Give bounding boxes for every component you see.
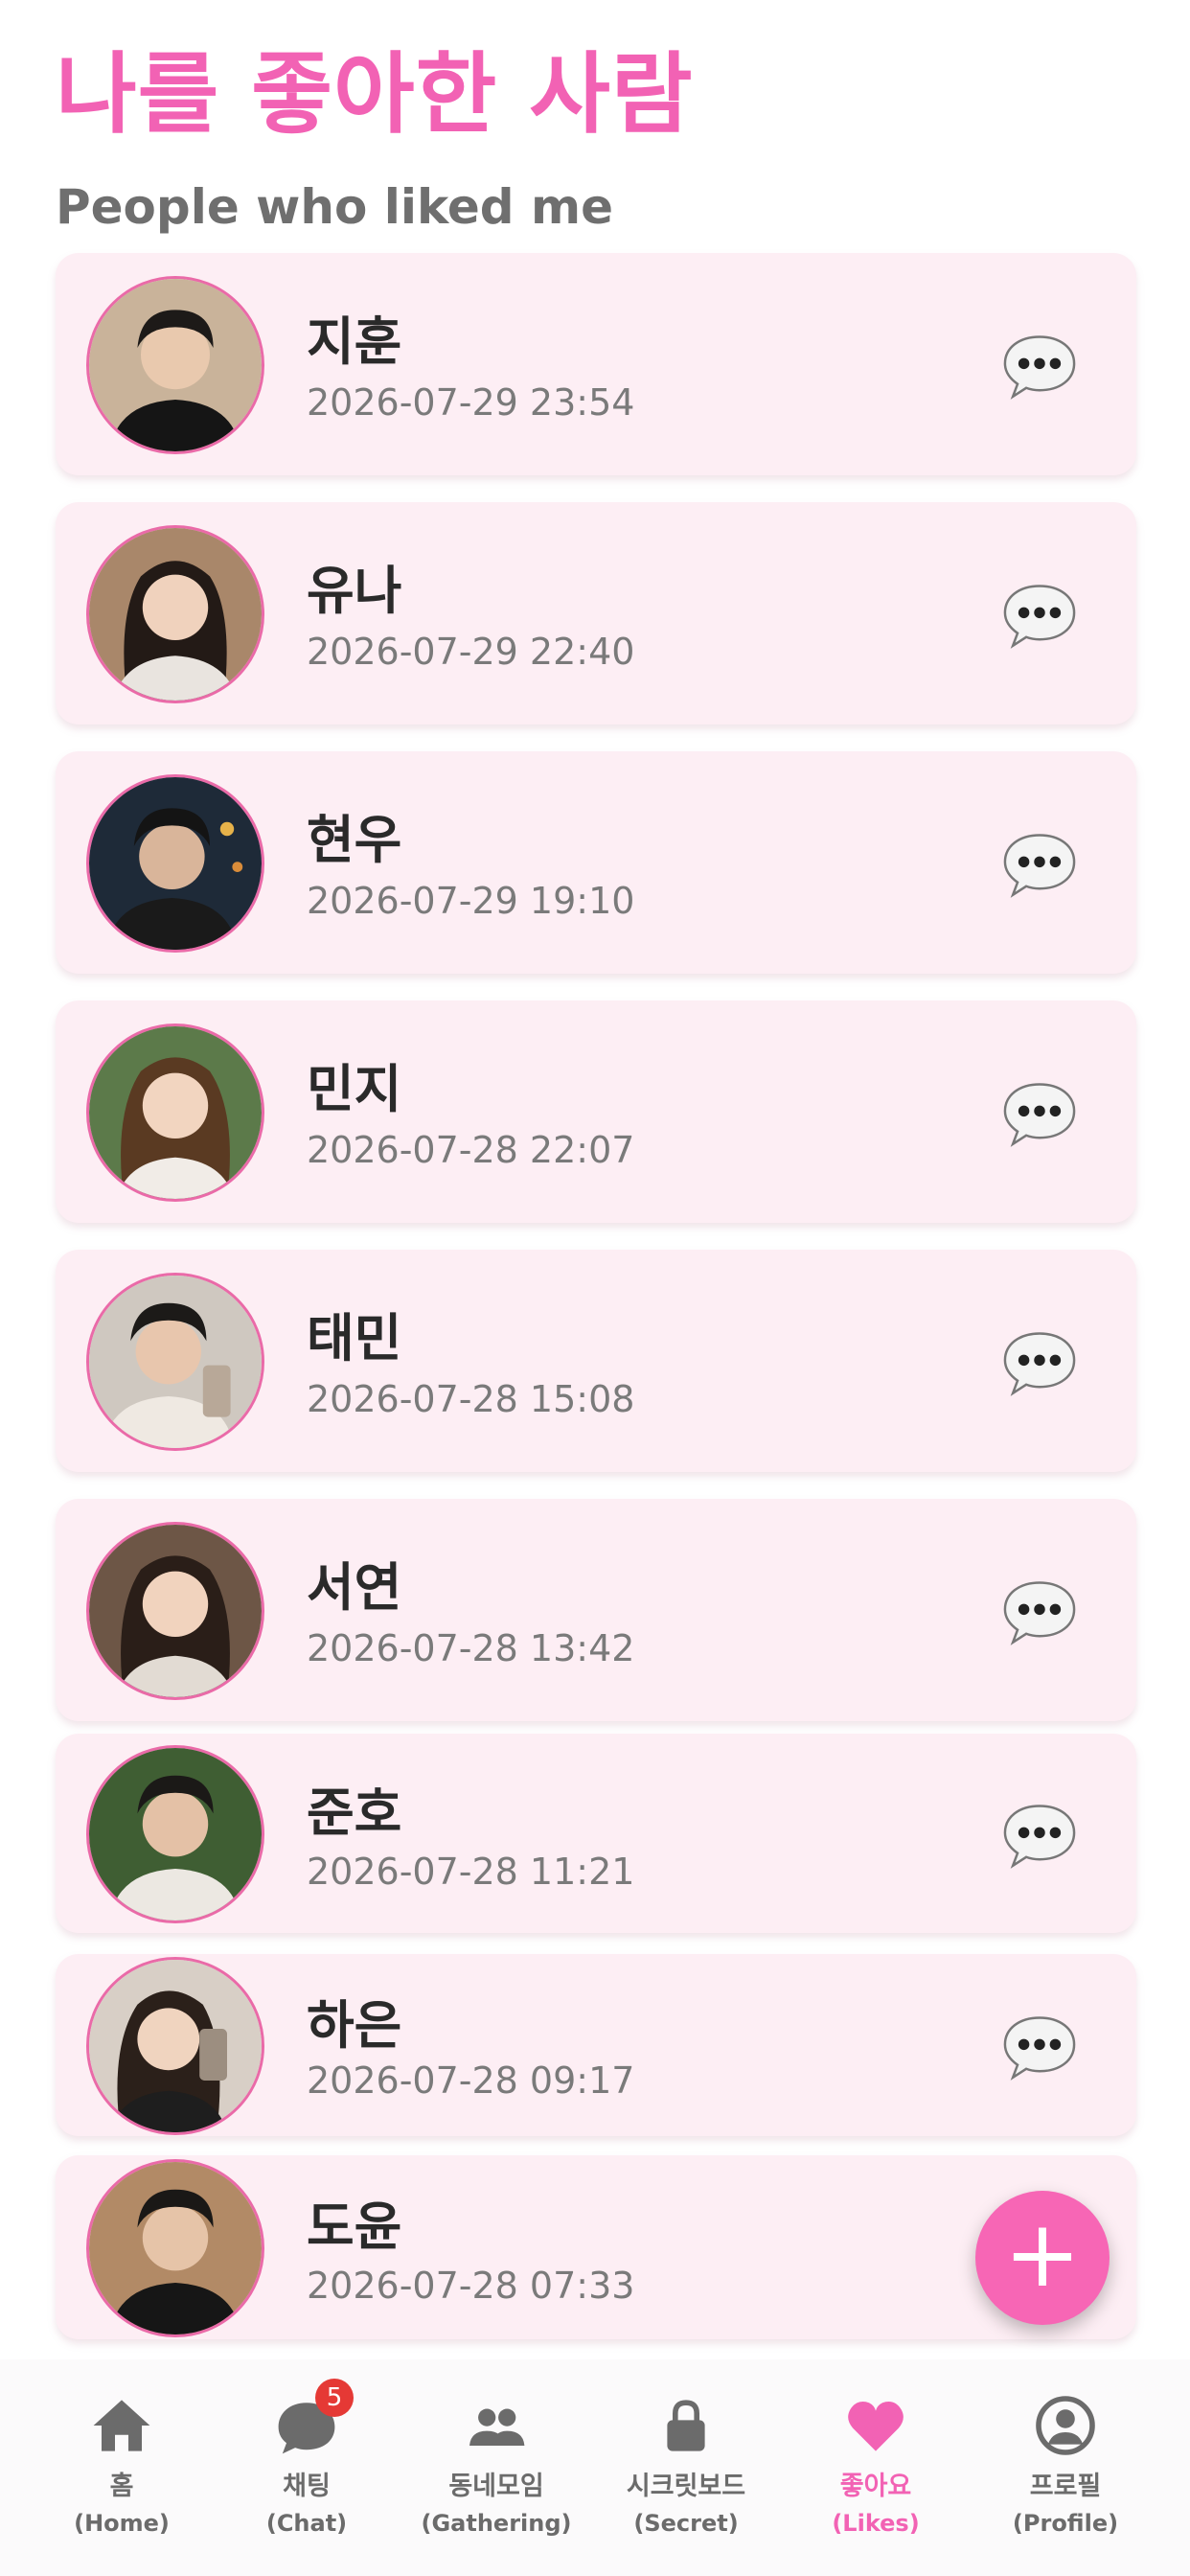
nav-item-home[interactable]: 홈 (Home) [26, 2392, 217, 2538]
avatar[interactable] [86, 774, 264, 953]
chat-bubble-icon[interactable] [1000, 1073, 1079, 1152]
like-name: 민지 [307, 1059, 402, 1119]
nav-sublabel: (Gathering) [421, 2510, 572, 2537]
like-time: 2026-07-28 07:33 [307, 2265, 635, 2307]
like-name: 도윤 [307, 2196, 402, 2257]
avatar[interactable] [86, 1957, 264, 2135]
avatar[interactable] [86, 2159, 264, 2337]
page-header: 나를 좋아한 사람 People who liked me [56, 42, 694, 236]
like-name: 태민 [307, 1308, 402, 1368]
nav-item-profile[interactable]: 프로필 (Profile) [970, 2392, 1161, 2538]
lock-icon [652, 2392, 720, 2459]
heart-icon [842, 2392, 909, 2459]
nav-label: 좋아요 [839, 2472, 912, 2501]
like-card[interactable]: 서연 2026-07-28 13:42 [56, 1499, 1136, 1721]
home-icon [88, 2392, 155, 2459]
page-subtitle: People who liked me [56, 179, 614, 235]
like-time: 2026-07-28 15:08 [307, 1378, 635, 1420]
nav-sublabel: (Profile) [1012, 2510, 1119, 2537]
page-title: 나를 좋아한 사람 [56, 43, 694, 146]
like-name: 서연 [307, 1557, 402, 1618]
like-card[interactable]: 도윤 2026-07-28 07:33 [56, 2155, 1136, 2339]
nav-item-chat[interactable]: 5 채팅 (Chat) [211, 2379, 402, 2538]
add-button[interactable]: + [975, 2191, 1110, 2325]
like-name: 현우 [307, 810, 402, 870]
chat-bubble-icon[interactable] [1000, 1572, 1079, 1650]
avatar[interactable] [86, 1024, 264, 1202]
chat-bubble-icon[interactable] [1000, 575, 1079, 654]
nav-label: 홈 [109, 2472, 134, 2501]
chat-bubble-icon[interactable] [1000, 1795, 1079, 1874]
avatar[interactable] [86, 1522, 264, 1700]
like-card[interactable]: 태민 2026-07-28 15:08 [56, 1250, 1136, 1472]
nav-sublabel: (Secret) [633, 2510, 739, 2537]
nav-label: 동네모임 [448, 2472, 544, 2501]
like-card[interactable]: 하은 2026-07-28 09:17 [56, 1954, 1136, 2136]
avatar[interactable] [86, 1745, 264, 1923]
like-time: 2026-07-29 23:54 [307, 381, 635, 424]
like-name: 유나 [307, 561, 402, 621]
like-time: 2026-07-29 22:40 [307, 631, 635, 673]
like-name: 지훈 [307, 311, 402, 372]
chat-icon: 5 [273, 2379, 354, 2459]
avatar[interactable] [86, 276, 264, 454]
nav-sublabel: (Likes) [832, 2510, 920, 2537]
like-time: 2026-07-28 13:42 [307, 1627, 635, 1669]
nav-item-likes[interactable]: 좋아요 (Likes) [780, 2392, 972, 2538]
nav-item-secret[interactable]: 시크릿보드 (Secret) [590, 2392, 782, 2538]
like-name: 하은 [307, 1995, 402, 2056]
nav-sublabel: (Chat) [265, 2510, 348, 2537]
avatar[interactable] [86, 525, 264, 703]
avatar[interactable] [86, 1273, 264, 1451]
unread-badge: 5 [315, 2379, 354, 2417]
bottom-nav: 홈 (Home) 5 채팅 (Chat) 동네모임 (Gathering) 시크… [0, 2359, 1190, 2576]
nav-item-gathering[interactable]: 동네모임 (Gathering) [400, 2392, 592, 2538]
like-time: 2026-07-28 11:21 [307, 1851, 635, 1893]
nav-label: 시크릿보드 [626, 2472, 746, 2501]
chat-bubble-icon[interactable] [1000, 326, 1079, 404]
like-time: 2026-07-28 09:17 [307, 2059, 635, 2102]
like-time: 2026-07-29 19:10 [307, 880, 635, 922]
profile-icon [1032, 2392, 1099, 2459]
chat-bubble-icon[interactable] [1000, 824, 1079, 903]
chat-bubble-icon[interactable] [1000, 1322, 1079, 1401]
like-card[interactable]: 민지 2026-07-28 22:07 [56, 1000, 1136, 1223]
like-card[interactable]: 현우 2026-07-29 19:10 [56, 751, 1136, 974]
like-card[interactable]: 유나 2026-07-29 22:40 [56, 502, 1136, 724]
chat-bubble-icon[interactable] [1000, 2007, 1079, 2085]
like-time: 2026-07-28 22:07 [307, 1129, 635, 1171]
nav-label: 채팅 [283, 2472, 331, 2501]
nav-sublabel: (Home) [74, 2510, 170, 2537]
people-icon [463, 2392, 530, 2459]
nav-label: 프로필 [1029, 2472, 1102, 2501]
like-card[interactable]: 준호 2026-07-28 11:21 [56, 1734, 1136, 1933]
like-card[interactable]: 지훈 2026-07-29 23:54 [56, 253, 1136, 475]
like-name: 준호 [307, 1782, 402, 1843]
